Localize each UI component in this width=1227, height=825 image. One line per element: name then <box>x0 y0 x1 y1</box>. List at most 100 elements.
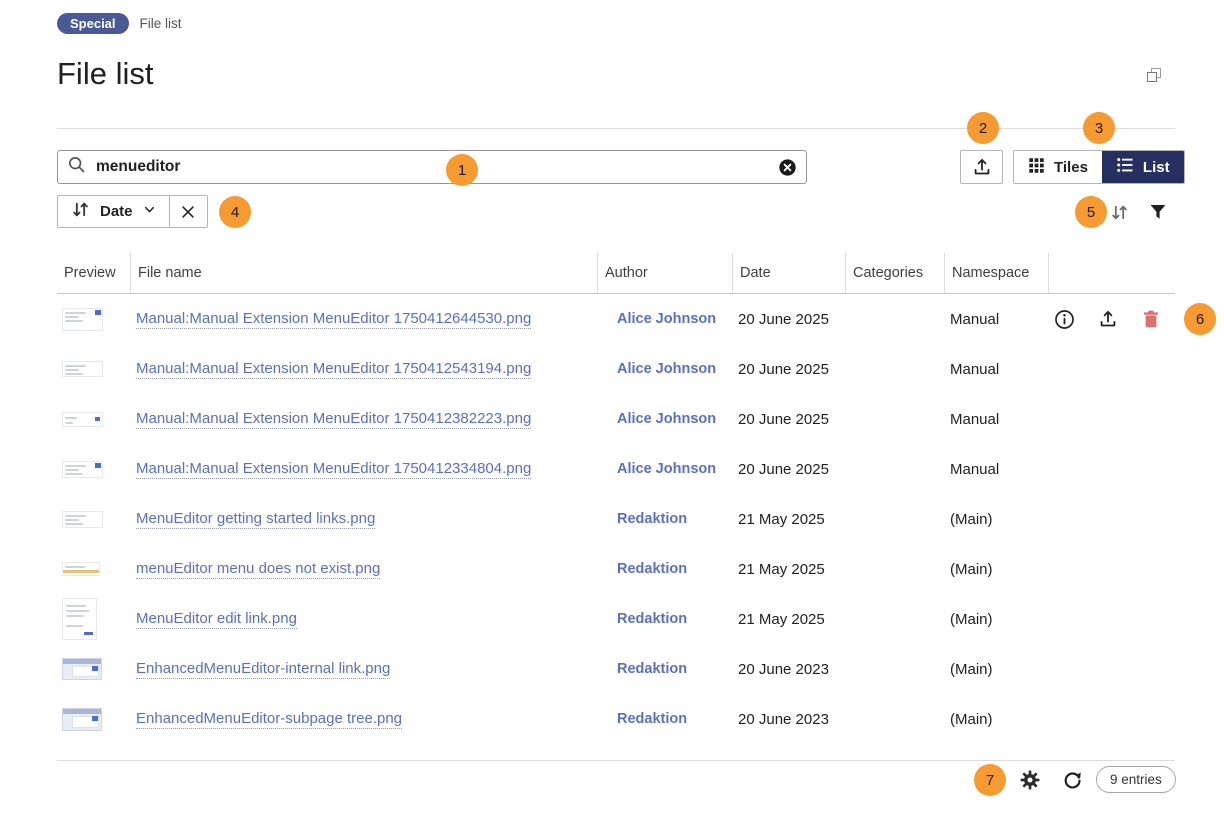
file-name-cell: MenuEditor edit link.png <box>130 610 597 628</box>
file-name-cell: Manual:Manual Extension MenuEditor 17504… <box>130 460 597 478</box>
date-cell: 20 June 2025 <box>732 461 845 478</box>
author-cell: Alice Johnson <box>597 310 732 328</box>
file-name-link[interactable]: MenuEditor edit link.png <box>136 610 297 629</box>
file-thumbnail[interactable] <box>62 361 103 377</box>
annotation-marker-7: 7 <box>974 764 1006 796</box>
table-row: MenuEditor getting started links.png Reda… <box>57 494 1175 544</box>
file-thumbnail[interactable] <box>62 511 103 528</box>
delete-button[interactable] <box>1140 309 1161 330</box>
author-cell: Redaktion <box>597 610 732 628</box>
file-thumbnail[interactable] <box>62 412 103 427</box>
file-name-link[interactable]: Manual:Manual Extension MenuEditor 17504… <box>136 410 531 429</box>
author-cell: Alice Johnson <box>597 410 732 428</box>
file-name-link[interactable]: EnhancedMenuEditor-internal link.png <box>136 660 390 679</box>
date-cell: 20 June 2025 <box>732 411 845 428</box>
table-row: EnhancedMenuEditor-internal link.png Reda… <box>57 644 1175 694</box>
column-header-actions <box>1048 253 1175 293</box>
settings-button[interactable] <box>1019 769 1041 791</box>
preview-cell <box>57 708 130 731</box>
file-name-link[interactable]: menuEditor menu does not exist.png <box>136 560 380 579</box>
column-header-date: Date <box>732 253 845 293</box>
file-thumbnail[interactable] <box>62 658 102 680</box>
author-link[interactable]: Redaktion <box>617 561 687 577</box>
file-table: Preview File name Author Date Categories… <box>57 253 1175 744</box>
tiles-view-button[interactable]: Tiles <box>1014 151 1102 183</box>
preview-cell <box>57 308 130 331</box>
sort-control: Date <box>57 195 208 228</box>
file-name-link[interactable]: Manual:Manual Extension MenuEditor 17504… <box>136 460 531 479</box>
filter-button[interactable] <box>1146 200 1170 224</box>
date-cell: 20 June 2025 <box>732 361 845 378</box>
namespace-cell: (Main) <box>944 561 1048 578</box>
expand-window-icon[interactable] <box>1147 68 1161 82</box>
column-header-file-name: File name <box>130 253 597 293</box>
date-cell: 21 May 2025 <box>732 511 845 528</box>
page-title: File list <box>57 56 153 92</box>
table-row: Manual:Manual Extension MenuEditor 17504… <box>57 294 1175 344</box>
file-thumbnail[interactable] <box>62 708 102 731</box>
file-thumbnail[interactable] <box>62 461 103 478</box>
file-name-cell: EnhancedMenuEditor-internal link.png <box>130 660 597 678</box>
file-thumbnail[interactable] <box>62 308 103 331</box>
list-view-button[interactable]: List <box>1102 151 1184 183</box>
file-thumbnail[interactable] <box>62 562 100 576</box>
chevron-down-icon <box>142 202 157 221</box>
export-button[interactable] <box>1097 309 1118 330</box>
author-cell: Redaktion <box>597 510 732 528</box>
row-actions <box>1048 309 1175 330</box>
file-name-link[interactable]: Manual:Manual Extension MenuEditor 17504… <box>136 360 531 379</box>
namespace-cell: Manual <box>944 311 1048 328</box>
file-name-cell: Manual:Manual Extension MenuEditor 17504… <box>130 410 597 428</box>
sort-order-button[interactable] <box>1107 200 1131 224</box>
date-cell: 20 June 2025 <box>732 311 845 328</box>
file-name-link[interactable]: Manual:Manual Extension MenuEditor 17504… <box>136 310 531 329</box>
export-button[interactable] <box>960 150 1003 184</box>
author-link[interactable]: Redaktion <box>617 611 687 627</box>
preview-cell <box>57 511 130 528</box>
clear-search-button[interactable] <box>777 157 797 177</box>
namespace-cell: Manual <box>944 461 1048 478</box>
annotation-marker-6: 6 <box>1184 303 1216 335</box>
info-button[interactable] <box>1054 309 1075 330</box>
file-name-cell: menuEditor menu does not exist.png <box>130 560 597 578</box>
file-table-body: Manual:Manual Extension MenuEditor 17504… <box>57 294 1175 744</box>
namespace-cell: (Main) <box>944 511 1048 528</box>
date-cell: 21 May 2025 <box>732 611 845 628</box>
annotation-marker-4: 4 <box>219 196 251 228</box>
breadcrumb-badge[interactable]: Special <box>57 13 129 34</box>
annotation-marker-1: 1 <box>446 154 478 186</box>
preview-cell <box>57 658 130 680</box>
author-link[interactable]: Redaktion <box>617 511 687 527</box>
author-link[interactable]: Alice Johnson <box>617 311 716 327</box>
annotation-marker-5: 5 <box>1075 196 1107 228</box>
table-row: Manual:Manual Extension MenuEditor 17504… <box>57 344 1175 394</box>
file-thumbnail[interactable] <box>62 598 97 640</box>
table-row: menuEditor menu does not exist.png Redakt… <box>57 544 1175 594</box>
preview-cell <box>57 412 130 427</box>
author-cell: Alice Johnson <box>597 460 732 478</box>
annotation-marker-2: 2 <box>967 112 999 144</box>
author-link[interactable]: Alice Johnson <box>617 461 716 477</box>
author-link[interactable]: Redaktion <box>617 711 687 727</box>
breadcrumb-page: File list <box>140 16 182 31</box>
file-name-link[interactable]: MenuEditor getting started links.png <box>136 510 375 529</box>
author-link[interactable]: Alice Johnson <box>617 361 716 377</box>
annotation-marker-3: 3 <box>1083 112 1115 144</box>
file-name-link[interactable]: EnhancedMenuEditor-subpage tree.png <box>136 710 402 729</box>
file-name-cell: Manual:Manual Extension MenuEditor 17504… <box>130 310 597 328</box>
author-cell: Alice Johnson <box>597 360 732 378</box>
file-name-cell: EnhancedMenuEditor-subpage tree.png <box>130 710 597 728</box>
search-input[interactable] <box>94 157 769 177</box>
sort-arrows-icon <box>70 199 91 224</box>
reload-button[interactable] <box>1061 769 1083 791</box>
sort-field-dropdown[interactable]: Date <box>58 196 169 227</box>
remove-sort-button[interactable] <box>169 196 207 227</box>
author-link[interactable]: Redaktion <box>617 661 687 677</box>
author-link[interactable]: Alice Johnson <box>617 411 716 427</box>
preview-cell <box>57 361 130 377</box>
namespace-cell: Manual <box>944 361 1048 378</box>
namespace-cell: (Main) <box>944 661 1048 678</box>
bottom-divider <box>57 760 1175 761</box>
list-icon <box>1116 156 1134 178</box>
tiles-grid-icon <box>1028 157 1045 178</box>
